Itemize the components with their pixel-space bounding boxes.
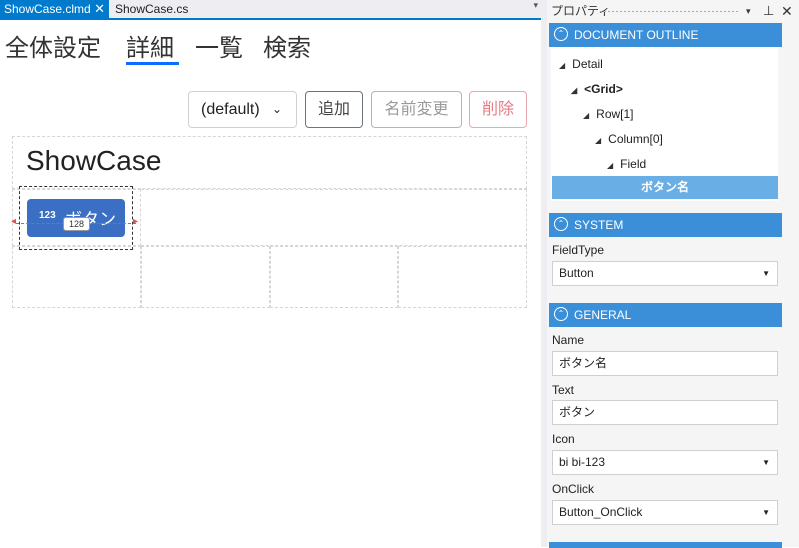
expand-triangle-icon[interactable]: ◢	[595, 136, 601, 145]
text-value: ボタン	[559, 405, 596, 419]
expand-triangle-icon[interactable]: ◢	[583, 111, 589, 120]
grid-cell-r2c3[interactable]	[398, 246, 527, 308]
dropdown-arrow-icon: ▼	[762, 458, 770, 467]
grid-cell-r1c1[interactable]	[141, 189, 527, 246]
grid-cell-r2c0[interactable]	[12, 246, 141, 308]
fieldtype-label: FieldType	[552, 243, 605, 257]
section-title: GENERAL	[574, 308, 632, 322]
icon-value: bi bi-123	[559, 455, 606, 469]
tree-label: Column[0]	[608, 132, 663, 146]
pin-icon[interactable]: ⊥	[763, 0, 774, 22]
tab-label: ShowCase.cs	[115, 2, 189, 16]
name-value: ボタン名	[559, 356, 608, 370]
text-input[interactable]: ボタン	[552, 400, 778, 425]
name-input[interactable]: ボタン名	[552, 351, 778, 376]
onclick-value: Button_OnClick	[559, 505, 643, 519]
tree-label: Row[1]	[596, 107, 634, 121]
tab-showcase-clmd[interactable]: ShowCase.clmd ✕	[0, 0, 109, 18]
nav-global-settings[interactable]: 全体設定	[5, 28, 101, 63]
document-tab-bar: ShowCase.clmd ✕ ShowCase.cs ▾	[0, 0, 541, 20]
layout-select[interactable]: (default) ⌄	[188, 91, 297, 128]
icon-select[interactable]: bi bi-123 ▼	[552, 450, 778, 475]
document-outline-tree: ◢ Detail ◢ <Grid> ◢ Row[1] ◢ Column[0] ◢ Fiel…	[551, 47, 778, 201]
grid-cell-r2c2[interactable]	[270, 246, 398, 308]
section-document-outline[interactable]: ⌃ DOCUMENT OUTLINE	[549, 23, 782, 47]
icon-label: Icon	[552, 432, 575, 446]
section-general[interactable]: ⌃ GENERAL	[549, 303, 782, 327]
expand-triangle-icon[interactable]: ◢	[559, 61, 565, 70]
width-badge: 128	[63, 217, 90, 231]
section-title: SYSTEM	[574, 218, 624, 232]
page-title: ShowCase	[26, 145, 162, 176]
nav-detail[interactable]: 詳細	[126, 28, 174, 63]
section-next[interactable]	[549, 542, 782, 548]
tree-item-selected[interactable]: ボタン名	[552, 176, 778, 199]
properties-panel: プロパティ ▾ ⊥ ✕ ⌃ DOCUMENT OUTLINE ◢ Detail ◢…	[547, 0, 799, 548]
layout-select-value: (default)	[201, 101, 260, 118]
name-label: Name	[552, 333, 585, 347]
tree-item-row[interactable]: ◢ Row[1]	[583, 107, 634, 121]
grid-cell-r2c1[interactable]	[141, 246, 270, 308]
tree-item-detail[interactable]: ◢ Detail	[559, 57, 603, 71]
tree-label: <Grid>	[584, 82, 623, 96]
section-title: DOCUMENT OUTLINE	[574, 28, 699, 42]
rename-button[interactable]: 名前変更	[371, 91, 462, 128]
tab-dropdown-icon[interactable]: ▾	[533, 1, 538, 11]
tree-label: Detail	[572, 57, 603, 71]
resize-left-arrow-icon[interactable]: ◂	[11, 216, 16, 227]
tree-item-column[interactable]: ◢ Column[0]	[595, 132, 663, 146]
resize-right-arrow-icon[interactable]: ▸	[133, 216, 138, 227]
dropdown-arrow-icon: ▼	[762, 508, 770, 517]
nav-list[interactable]: 一覧	[195, 28, 243, 63]
fieldtype-select[interactable]: Button ▼	[552, 261, 778, 286]
collapse-icon: ⌃	[554, 217, 568, 231]
active-nav-underline	[126, 62, 179, 65]
text-label: Text	[552, 383, 575, 397]
dropdown-arrow-icon: ▼	[762, 269, 770, 278]
tree-item-grid[interactable]: ◢ <Grid>	[571, 82, 623, 96]
close-icon[interactable]: ✕	[781, 0, 793, 22]
chevron-down-icon: ⌄	[271, 102, 282, 116]
close-icon[interactable]: ✕	[94, 0, 105, 18]
expand-triangle-icon[interactable]: ◢	[571, 86, 577, 95]
bi-123-icon: 123	[39, 210, 56, 221]
tab-label: ShowCase.clmd	[4, 2, 91, 16]
add-button[interactable]: 追加	[305, 91, 363, 128]
panel-scrollbar[interactable]	[785, 22, 799, 547]
fieldtype-value: Button	[559, 266, 594, 280]
section-system[interactable]: ⌃ SYSTEM	[549, 213, 782, 237]
collapse-icon: ⌃	[554, 27, 568, 41]
expand-triangle-icon[interactable]: ◢	[607, 161, 613, 170]
tree-item-field[interactable]: ◢ Field	[607, 157, 646, 171]
onclick-label: OnClick	[552, 482, 595, 496]
tree-label: Field	[620, 157, 647, 171]
nav-search[interactable]: 検索	[263, 28, 311, 63]
panel-grip[interactable]	[599, 10, 739, 13]
panel-menu-icon[interactable]: ▾	[746, 0, 751, 22]
delete-button[interactable]: 削除	[469, 91, 527, 128]
collapse-icon: ⌃	[554, 307, 568, 321]
panel-header: プロパティ ▾ ⊥ ✕	[547, 0, 799, 22]
tab-showcase-cs[interactable]: ShowCase.cs	[111, 0, 211, 18]
designer-pane: ShowCase.clmd ✕ ShowCase.cs ▾ 全体設定 詳細 一覧…	[0, 0, 541, 547]
onclick-select[interactable]: Button_OnClick ▼	[552, 500, 778, 525]
